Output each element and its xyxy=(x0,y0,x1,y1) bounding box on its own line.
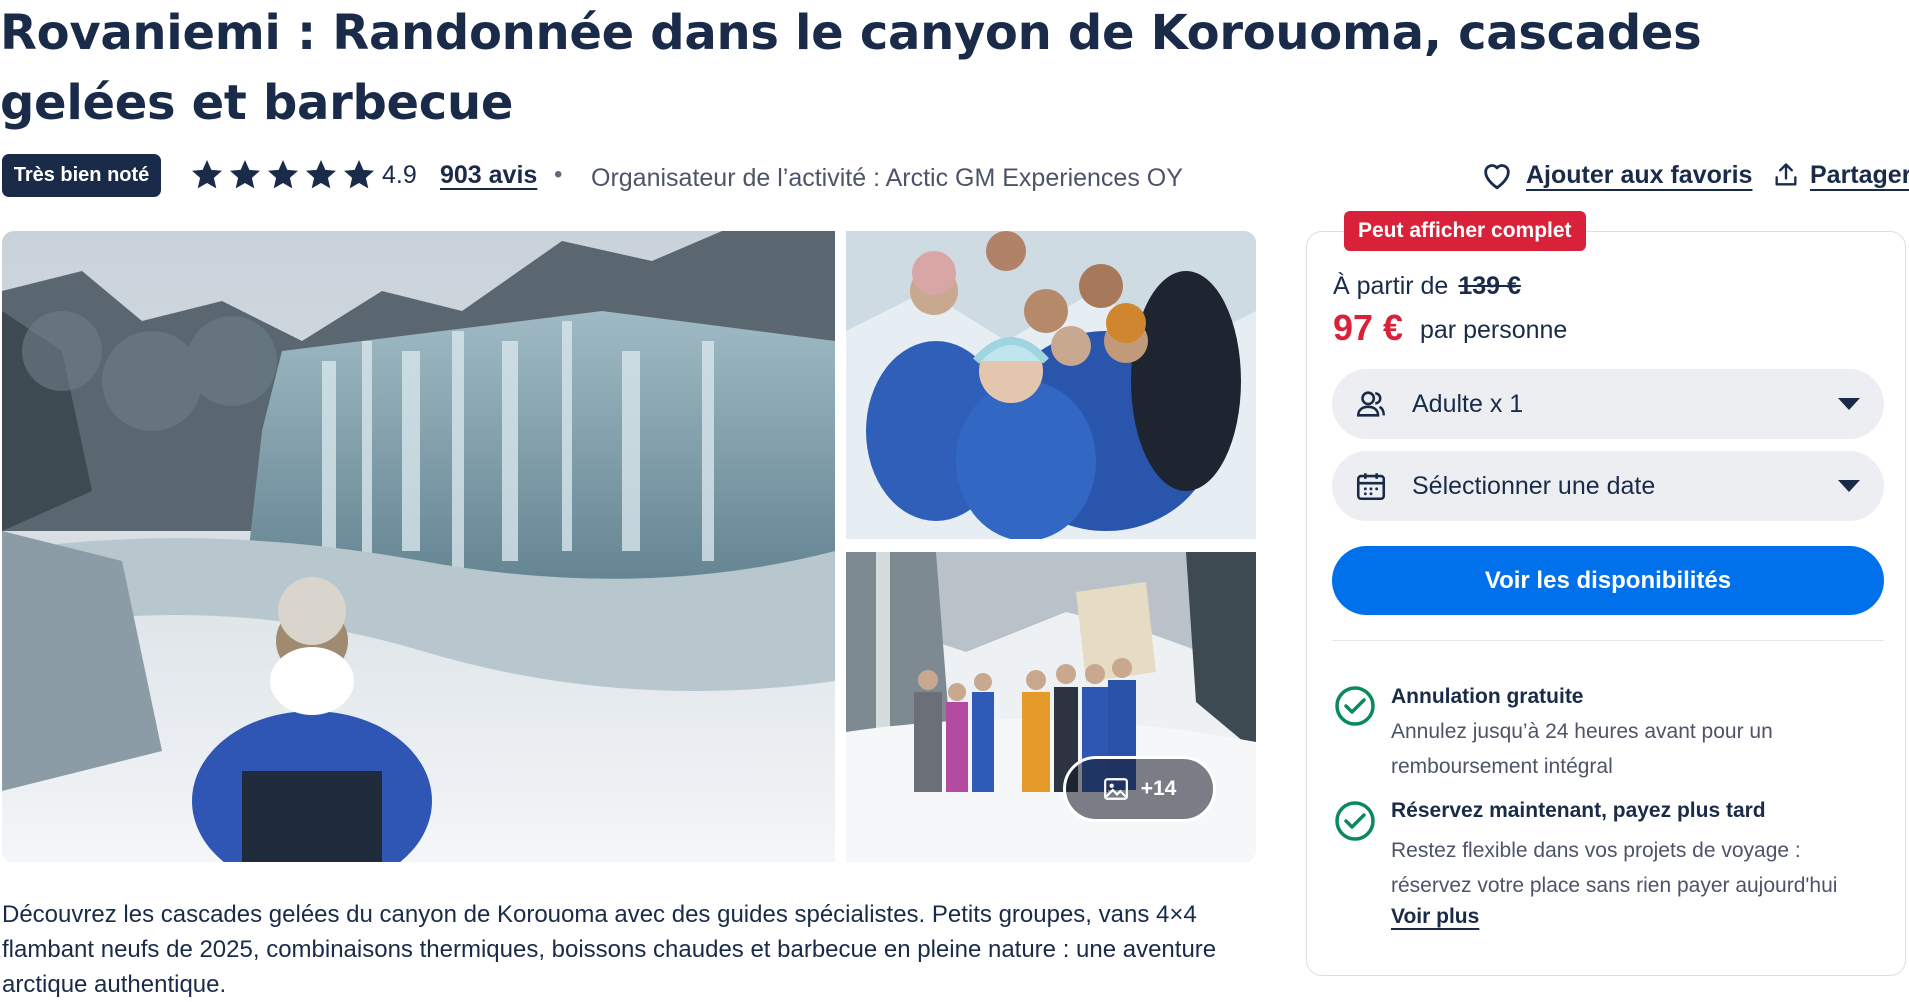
activity-description: Découvrez les cascades gelées du canyon … xyxy=(2,901,1217,998)
check-availability-button[interactable]: Voir les disponibilités xyxy=(1332,546,1884,615)
page-title: Rovaniemi : Randonnée dans le canyon de … xyxy=(0,5,1702,131)
top-rated-badge: Très bien noté xyxy=(2,154,161,197)
group-selfie-snow-photo xyxy=(846,231,1256,539)
gallery-icon xyxy=(1103,778,1128,800)
participants-select[interactable]: Adulte x 1 xyxy=(1332,369,1884,439)
caret-down-icon xyxy=(1838,398,1860,410)
check-circle-icon xyxy=(1335,801,1375,841)
current-price: 97 € xyxy=(1333,307,1404,348)
reserve-now-pay-later-title: Réservez maintenant, payez plus tard xyxy=(1391,799,1766,822)
price-from: À partir de 139 € xyxy=(1333,269,1521,303)
more-photos-count: +14 xyxy=(1140,777,1177,800)
check-circle-icon xyxy=(1335,686,1375,726)
from-label: À partir de xyxy=(1333,272,1449,300)
frozen-waterfall-canyon-photo xyxy=(2,231,835,862)
share-label: Partager xyxy=(1810,160,1909,189)
star-icon xyxy=(306,160,336,189)
share-icon xyxy=(1775,163,1797,186)
star-icon xyxy=(268,160,298,189)
more-photos-button[interactable]: +14 xyxy=(1063,756,1216,822)
heart-icon xyxy=(1484,164,1510,190)
organizer-text: Organisateur de l’activité : Arctic GM E… xyxy=(591,164,1183,192)
star-icon xyxy=(230,160,260,189)
favorites-label: Ajouter aux favoris xyxy=(1526,160,1753,189)
separator-dot: • xyxy=(554,161,563,188)
date-placeholder: Sélectionner une date xyxy=(1412,471,1656,500)
see-more-link[interactable]: Voir plus xyxy=(1391,901,1479,933)
participants-value: Adulte x 1 xyxy=(1412,389,1524,418)
calendar-icon xyxy=(1356,473,1386,501)
top-side-photo[interactable] xyxy=(846,231,1256,539)
user-group-icon xyxy=(1356,391,1386,417)
free-cancellation-text: Annulez jusqu’à 24 heures avant pour un … xyxy=(1391,720,1773,778)
caret-down-icon xyxy=(1838,480,1860,492)
star-icon xyxy=(192,160,222,189)
original-price: 139 € xyxy=(1458,272,1521,300)
rating-stars xyxy=(189,156,377,194)
free-cancellation-title: Annulation gratuite xyxy=(1391,685,1584,708)
sellout-badge: Peut afficher complet xyxy=(1344,211,1586,251)
main-photo[interactable] xyxy=(2,231,835,862)
share-button[interactable]: Partager xyxy=(1772,154,1909,196)
rating-value: 4.9 xyxy=(382,161,417,189)
reviews-link[interactable]: 903 avis xyxy=(440,157,537,193)
reserve-now-pay-later-text: Restez flexible dans vos projets de voya… xyxy=(1391,839,1838,897)
star-icon xyxy=(344,160,374,189)
add-to-favorites-button[interactable]: Ajouter aux favoris xyxy=(1480,154,1752,196)
date-select[interactable]: Sélectionner une date xyxy=(1332,451,1884,521)
per-person-label: par personne xyxy=(1420,316,1568,344)
card-divider xyxy=(1332,640,1884,641)
